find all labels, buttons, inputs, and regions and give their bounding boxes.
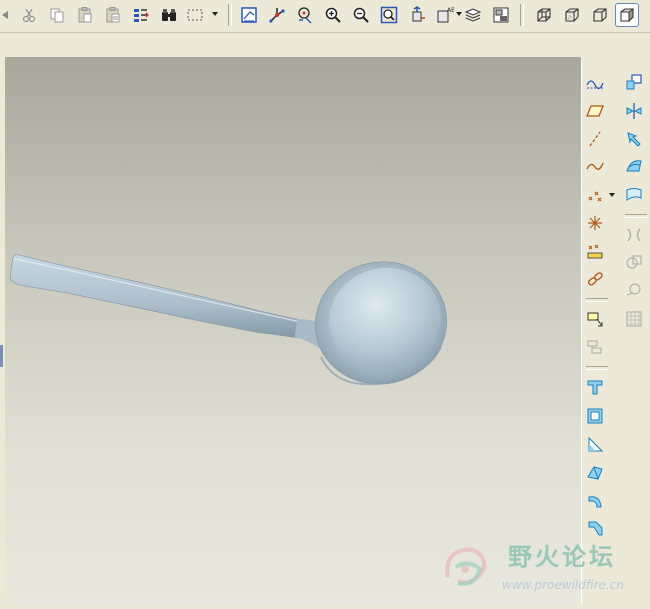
- family-table-icon[interactable]: [584, 336, 606, 358]
- boundary-blend-icon[interactable]: [623, 184, 645, 206]
- toolbar-separator: [228, 4, 232, 26]
- datum-display-icon[interactable]: [584, 71, 606, 93]
- solidify-icon[interactable]: [623, 279, 645, 301]
- pattern-icon[interactable]: [623, 308, 645, 330]
- right-toolbar: [581, 57, 650, 605]
- wireframe-icon[interactable]: [533, 4, 555, 26]
- scroll-left-icon[interactable]: [0, 4, 16, 26]
- toolbar-separator: [586, 366, 608, 370]
- hidden-line-icon[interactable]: [561, 4, 583, 26]
- datum-plane-2-icon[interactable]: [623, 71, 645, 93]
- orient-mode-icon[interactable]: [294, 4, 316, 26]
- chain-link-icon[interactable]: [584, 268, 606, 290]
- saved-views-icon[interactable]: AB: [434, 4, 456, 26]
- datum-curve-icon[interactable]: [584, 155, 606, 177]
- toolbar-separator: [586, 298, 608, 302]
- intersect-icon[interactable]: [623, 251, 645, 273]
- toolbar-separator: [520, 4, 524, 26]
- graphics-header-strip: [0, 33, 581, 57]
- graphics-window[interactable]: [5, 57, 581, 605]
- csys-icon[interactable]: [584, 212, 606, 234]
- datum-axis-icon[interactable]: [584, 128, 606, 150]
- trim-icon[interactable]: [623, 224, 645, 246]
- forum-logo-icon: [445, 547, 487, 586]
- refit-icon[interactable]: [378, 4, 400, 26]
- datum-point-icon[interactable]: [584, 184, 606, 206]
- toolbar-separator: [625, 214, 647, 218]
- repaint-icon[interactable]: [238, 4, 260, 26]
- cut-icon[interactable]: [18, 4, 40, 26]
- shell-icon[interactable]: [584, 405, 606, 427]
- layers-icon[interactable]: [462, 4, 484, 26]
- annotation-icon[interactable]: [584, 308, 606, 330]
- find-icon[interactable]: [158, 4, 180, 26]
- datum-plane-icon[interactable]: [584, 100, 606, 122]
- analysis-icon[interactable]: [584, 240, 606, 262]
- round-icon[interactable]: [584, 489, 606, 511]
- zoom-out-icon[interactable]: [350, 4, 372, 26]
- zoom-in-icon[interactable]: [322, 4, 344, 26]
- svg-text:AB: AB: [447, 7, 454, 14]
- regenerate-icon[interactable]: [130, 4, 152, 26]
- spin-center-icon[interactable]: [266, 4, 288, 26]
- copy-icon[interactable]: [46, 4, 68, 26]
- select-box-icon[interactable]: [184, 4, 206, 26]
- move-icon[interactable]: [623, 128, 645, 150]
- watermark: 野火论坛 www.proewildfire.cn: [438, 535, 650, 605]
- watermark-title: 野火论坛: [508, 543, 616, 571]
- spoon-model[interactable]: [5, 57, 581, 605]
- no-hidden-icon[interactable]: [589, 4, 611, 26]
- view-manager-icon[interactable]: [490, 4, 512, 26]
- mirror-icon[interactable]: [623, 100, 645, 122]
- main-toolbar: AB: [0, 0, 650, 33]
- reorient-icon[interactable]: [406, 4, 428, 26]
- paste-special-icon[interactable]: [102, 4, 124, 26]
- draft-icon[interactable]: [584, 461, 606, 483]
- chevron-down-icon[interactable]: [212, 12, 218, 16]
- chevron-down-icon[interactable]: [609, 193, 615, 197]
- paste-icon[interactable]: [74, 4, 96, 26]
- extrude-icon[interactable]: [584, 376, 606, 398]
- merge-surface-icon[interactable]: [623, 155, 645, 177]
- watermark-url: www.proewildfire.cn: [502, 578, 624, 592]
- shading-icon[interactable]: [615, 3, 639, 27]
- rib-icon[interactable]: [584, 433, 606, 455]
- sash-handle[interactable]: [0, 345, 3, 367]
